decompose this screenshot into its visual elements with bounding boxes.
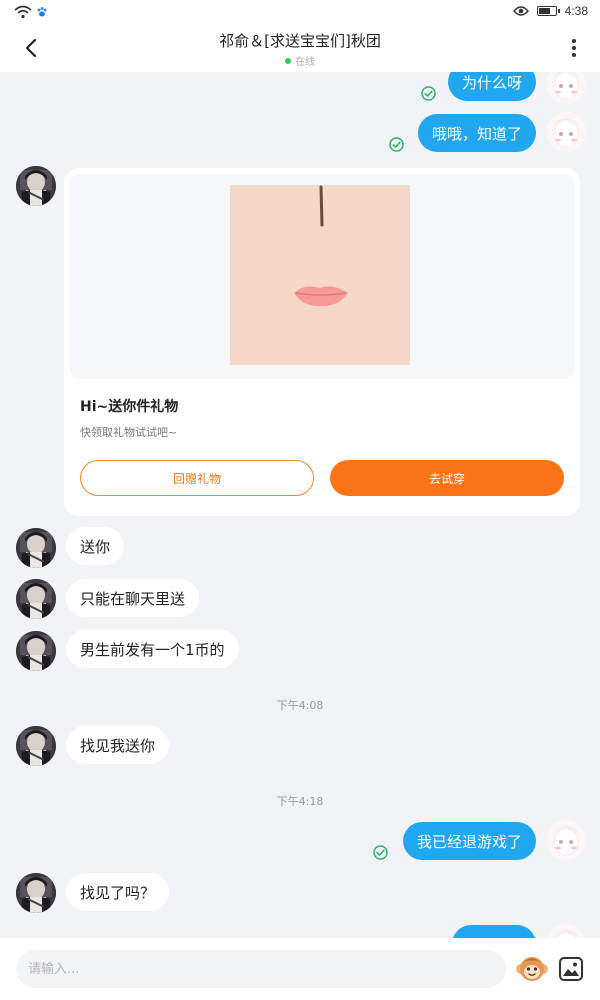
- my-avatar[interactable]: [546, 112, 586, 152]
- my-avatar[interactable]: [546, 72, 586, 104]
- back-arrow-icon: [25, 38, 37, 58]
- back-button[interactable]: [16, 34, 46, 62]
- message-bubble-received[interactable]: 找见我送你: [66, 726, 170, 764]
- online-status: 在线: [295, 57, 315, 68]
- eye-icon: [512, 6, 529, 16]
- message-bubble-received[interactable]: 送你: [66, 527, 125, 565]
- more-button[interactable]: [562, 36, 586, 60]
- chat-area[interactable]: 为什么呀 哦哦，知道了 Hi~送你件礼物 快领取礼物试试吧~ 回赠礼物 去试穿 …: [0, 72, 600, 938]
- message-bubble-sent[interactable]: 为什么呀: [447, 72, 536, 101]
- wifi-icon: [14, 5, 32, 19]
- message-input[interactable]: [16, 950, 506, 988]
- friend-avatar[interactable]: [16, 579, 56, 619]
- gift-card[interactable]: Hi~送你件礼物 快领取礼物试试吧~ 回赠礼物 去试穿: [64, 168, 580, 516]
- more-vertical-icon: [572, 39, 576, 43]
- timestamp: 下午4:08: [276, 699, 324, 712]
- friend-avatar[interactable]: [16, 726, 56, 766]
- friend-avatar[interactable]: [16, 631, 56, 671]
- my-avatar[interactable]: [546, 924, 586, 938]
- status-time: 4:38: [564, 4, 588, 18]
- paw-icon: [37, 7, 47, 17]
- chat-header: 祁俞＆[求送宝宝们]秋团 在线: [0, 24, 600, 72]
- online-indicator: [285, 57, 291, 64]
- friend-avatar[interactable]: [16, 166, 56, 206]
- read-check-icon: [421, 86, 436, 101]
- gift-image: [230, 185, 410, 365]
- emoji-monkey-icon[interactable]: [515, 952, 549, 986]
- message-bubble-received[interactable]: 男生前发有一个1币的: [66, 630, 239, 668]
- message-bubble-received[interactable]: 只能在聊天里送: [66, 579, 200, 617]
- read-check-icon: [389, 137, 404, 152]
- chat-title: 祁俞＆[求送宝宝们]秋团: [219, 32, 381, 50]
- timestamp: 下午4:18: [276, 795, 324, 808]
- gift-preview: [70, 174, 574, 379]
- gift-subtitle: 快领取礼物试试吧~: [80, 426, 178, 439]
- message-bubble-sent[interactable]: 哦哦，知道了: [417, 114, 536, 152]
- input-bar: [0, 938, 600, 1000]
- return-gift-button[interactable]: 回赠礼物: [80, 460, 314, 496]
- friend-avatar[interactable]: [16, 873, 56, 913]
- message-bubble-received[interactable]: 找见了吗？: [66, 873, 170, 911]
- image-picker-icon[interactable]: [558, 956, 584, 982]
- my-avatar[interactable]: [546, 820, 586, 860]
- friend-avatar[interactable]: [16, 528, 56, 568]
- gift-title: Hi~送你件礼物: [80, 399, 179, 415]
- message-bubble-sent-partial[interactable]: [452, 925, 536, 938]
- battery-icon: [536, 6, 560, 16]
- status-bar: 4:38: [0, 0, 600, 24]
- try-on-button[interactable]: 去试穿: [330, 460, 564, 496]
- read-check-icon: [373, 845, 388, 860]
- message-bubble-sent[interactable]: 我已经退游戏了: [402, 822, 536, 860]
